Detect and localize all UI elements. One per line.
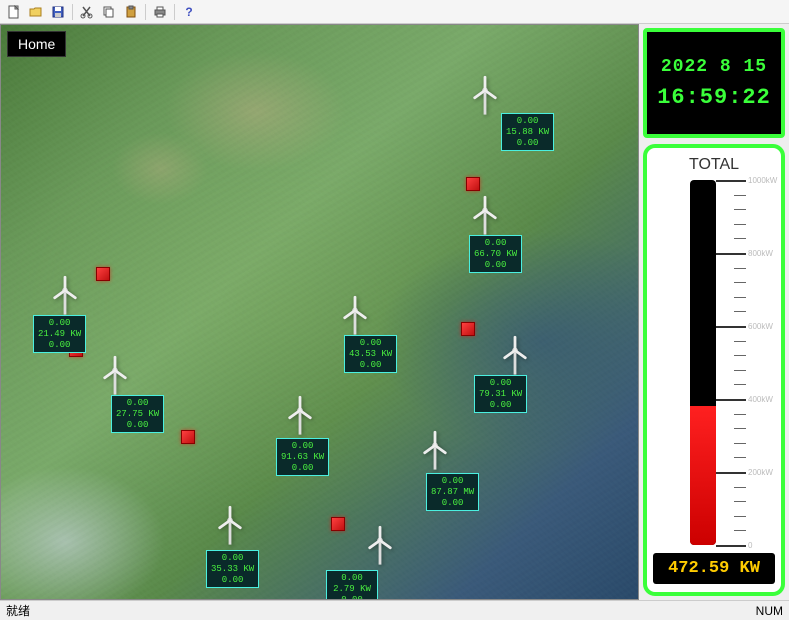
turbine-label-7[interactable]: 0.0087.87 MW0.00 — [426, 473, 479, 511]
status-text: 就绪 — [6, 602, 30, 619]
help-button[interactable]: ? — [179, 2, 199, 22]
turbine-label-4[interactable]: 0.0043.53 KW0.00 — [344, 335, 397, 373]
print-icon — [153, 5, 167, 19]
toolbar-separator — [145, 4, 146, 20]
total-panel: TOTAL 472.59 KW — [643, 144, 785, 596]
turbine-8[interactable] — [216, 505, 244, 545]
paste-button[interactable] — [121, 2, 141, 22]
save-button[interactable] — [48, 2, 68, 22]
total-value: 472.59 KW — [653, 553, 775, 584]
turbine-label-9[interactable]: 0.002.79 KW0.00 — [326, 570, 378, 600]
alert-marker-1[interactable] — [96, 267, 110, 281]
new-file-icon — [7, 5, 21, 19]
svg-text:?: ? — [185, 5, 192, 19]
alert-marker-4[interactable] — [181, 430, 195, 444]
gauge-fill — [690, 406, 716, 545]
toolbar-separator — [72, 4, 73, 20]
help-icon: ? — [182, 5, 196, 19]
paste-icon — [124, 5, 138, 19]
open-file-icon — [29, 5, 43, 19]
gauge-ticks — [716, 180, 746, 545]
turbine-label-0[interactable]: 0.0015.88 KW0.00 — [501, 113, 554, 151]
cut-icon — [80, 5, 94, 19]
turbine-5[interactable] — [501, 335, 529, 375]
open-file-button[interactable] — [26, 2, 46, 22]
turbine-1[interactable] — [471, 195, 499, 235]
clock-date: 2022 8 15 — [661, 57, 767, 77]
turbine-7[interactable] — [421, 430, 449, 470]
turbine-label-8[interactable]: 0.0035.33 KW0.00 — [206, 550, 259, 588]
main-area: Home 0.0015.88 KW0.00 0.0066.70 KW0.00 0.0… — [0, 24, 789, 600]
total-title: TOTAL — [689, 156, 739, 174]
turbine-4[interactable] — [341, 295, 369, 335]
turbine-label-6[interactable]: 0.0091.63 KW0.00 — [276, 438, 329, 476]
copy-icon — [102, 5, 116, 19]
map-view[interactable]: Home 0.0015.88 KW0.00 0.0066.70 KW0.00 0.0… — [0, 24, 639, 600]
print-button[interactable] — [150, 2, 170, 22]
turbine-label-5[interactable]: 0.0079.31 KW0.00 — [474, 375, 527, 413]
cut-button[interactable] — [77, 2, 97, 22]
turbine-label-1[interactable]: 0.0066.70 KW0.00 — [469, 235, 522, 273]
save-icon — [51, 5, 65, 19]
gauge-bar — [690, 180, 716, 545]
statusbar: 就绪 NUM — [0, 600, 789, 620]
sidebar: 2022 8 15 16:59:22 TOTAL 472.59 KW — [639, 24, 789, 600]
alert-marker-3[interactable] — [461, 322, 475, 336]
status-num: NUM — [756, 604, 783, 618]
clock-time: 16:59:22 — [657, 85, 771, 110]
turbine-label-3[interactable]: 0.0027.75 KW0.00 — [111, 395, 164, 433]
alert-marker-5[interactable] — [331, 517, 345, 531]
home-button[interactable]: Home — [7, 31, 66, 57]
turbine-0[interactable] — [471, 75, 499, 115]
toolbar-separator — [174, 4, 175, 20]
new-file-button[interactable] — [4, 2, 24, 22]
copy-button[interactable] — [99, 2, 119, 22]
turbine-2[interactable] — [51, 275, 79, 315]
turbine-9[interactable] — [366, 525, 394, 565]
turbine-3[interactable] — [101, 355, 129, 395]
alert-marker-0[interactable] — [466, 177, 480, 191]
toolbar: ? — [0, 0, 789, 24]
gauge — [653, 180, 775, 545]
turbine-label-2[interactable]: 0.0021.49 KW0.00 — [33, 315, 86, 353]
turbine-6[interactable] — [286, 395, 314, 435]
clock-panel: 2022 8 15 16:59:22 — [643, 28, 785, 138]
